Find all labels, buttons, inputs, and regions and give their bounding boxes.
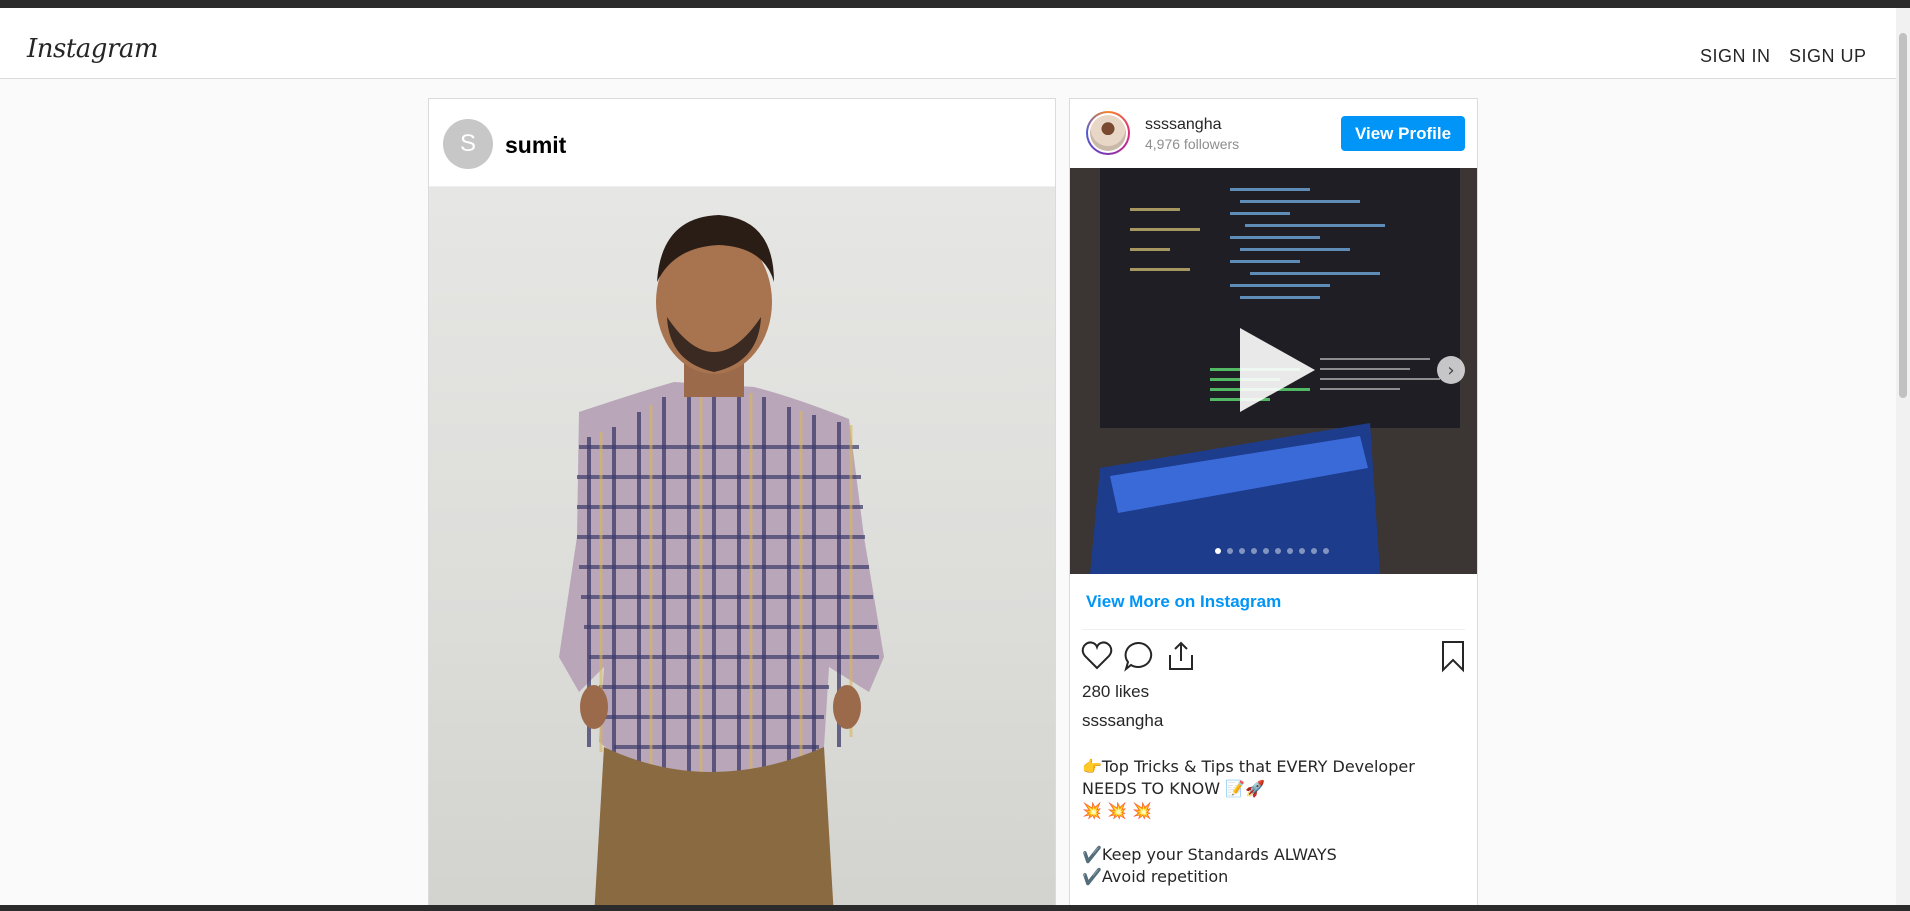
carousel-dot[interactable] [1215, 548, 1221, 554]
video-carousel[interactable]: › [1070, 168, 1477, 574]
carousel-dot[interactable] [1311, 548, 1317, 554]
browser-bottom-strip [0, 905, 1910, 911]
post-caption: 👉Top Tricks & Tips that EVERY Developer … [1082, 756, 1442, 888]
sign-in-link[interactable]: SIGN IN [1700, 46, 1771, 67]
person-photo-illustration [559, 215, 884, 911]
carousel-dot[interactable] [1275, 548, 1281, 554]
embed-username[interactable]: ssssangha [1145, 116, 1222, 134]
follower-count: 4,976 followers [1145, 136, 1240, 152]
instagram-embed-card: ssssangha 4,976 followers View Profile ›… [1069, 98, 1478, 911]
caption-line: ✔️Avoid repetition [1082, 867, 1229, 886]
chevron-right-icon[interactable]: › [1437, 356, 1465, 384]
sign-up-link[interactable]: SIGN UP [1789, 46, 1867, 67]
view-more-link[interactable]: View More on Instagram [1086, 592, 1281, 612]
browser-top-strip [0, 0, 1910, 8]
view-profile-button[interactable]: View Profile [1341, 116, 1465, 151]
avatar[interactable]: S [443, 119, 493, 169]
comment-icon[interactable] [1122, 639, 1156, 673]
carousel-dot[interactable] [1263, 548, 1269, 554]
share-icon[interactable] [1164, 639, 1198, 673]
scrollbar-thumb[interactable] [1899, 33, 1907, 398]
carousel-dot[interactable] [1251, 548, 1257, 554]
caption-line: 👉Top Tricks & Tips that EVERY Developer [1082, 757, 1415, 776]
caption-line: ✔️Keep your Standards ALWAYS [1082, 845, 1337, 864]
heart-icon[interactable] [1080, 639, 1114, 673]
carousel-dot[interactable] [1299, 548, 1305, 554]
carousel-dot[interactable] [1239, 548, 1245, 554]
page-scrollbar[interactable] [1896, 8, 1910, 905]
profile-photo [1090, 115, 1126, 151]
post-header: S sumit [429, 99, 1055, 187]
divider [1082, 629, 1465, 630]
top-header: Instagram SIGN IN SIGN UP [0, 8, 1896, 79]
post-photo [429, 187, 1055, 911]
carousel-dots [1215, 548, 1329, 554]
bookmark-icon[interactable] [1436, 639, 1470, 673]
like-count: 280 likes [1082, 682, 1150, 701]
instagram-logo[interactable]: Instagram [27, 34, 159, 64]
play-icon[interactable] [1240, 328, 1315, 412]
caption-line: 💥 💥 💥 [1082, 801, 1152, 820]
carousel-dot[interactable] [1287, 548, 1293, 554]
carousel-dot[interactable] [1227, 548, 1233, 554]
carousel-dot[interactable] [1323, 548, 1329, 554]
profile-avatar[interactable] [1086, 111, 1130, 155]
caption-line: NEEDS TO KNOW 📝🚀 [1082, 779, 1266, 798]
post-username[interactable]: sumit [505, 132, 566, 159]
caption-username[interactable]: ssssangha [1082, 711, 1163, 731]
post-card: S sumit [428, 98, 1056, 911]
